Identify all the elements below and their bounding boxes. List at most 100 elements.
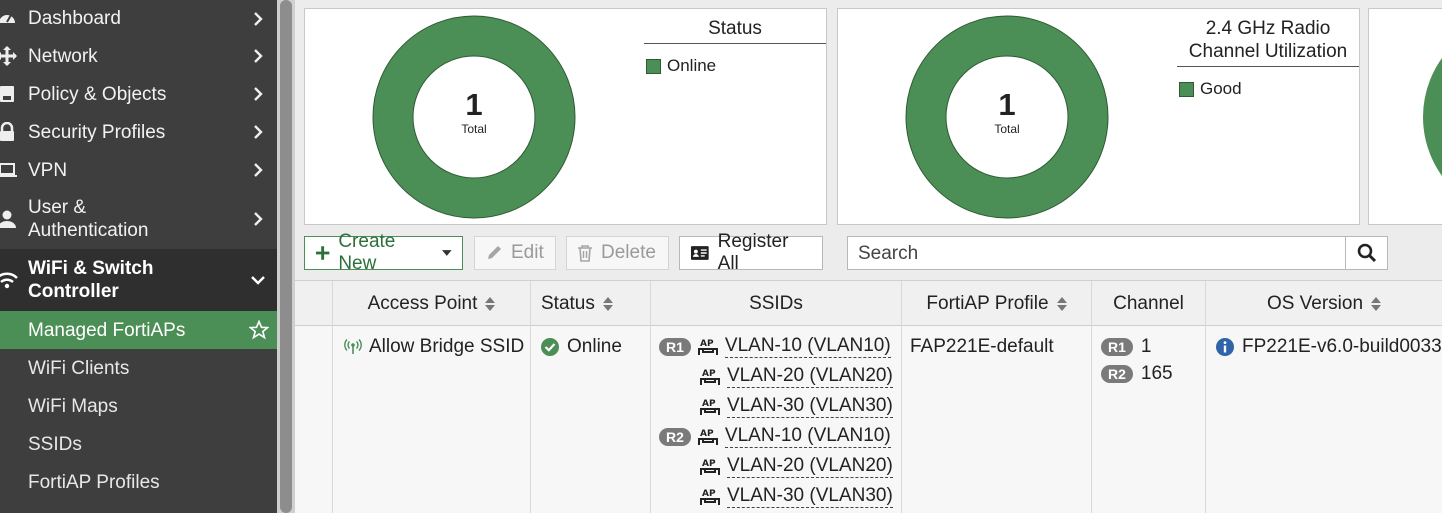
ssid-link[interactable]: VLAN-10 (VLAN10) — [724, 425, 891, 448]
nav-vpn[interactable]: VPN — [0, 151, 277, 189]
main-content: 1 Total Status Online 1 Total 2.4 GHz Ra… — [295, 0, 1442, 513]
nav-label: FortiAP Profiles — [28, 471, 160, 493]
search-input[interactable]: Search — [847, 236, 1346, 270]
column-header-select[interactable] — [295, 281, 332, 326]
dashboard-icon — [0, 8, 18, 30]
create-new-button[interactable]: Create New — [304, 231, 463, 274]
svg-text:AP: AP — [702, 369, 716, 379]
sidebar: Dashboard Network Policy & Objects Secur… — [0, 0, 277, 513]
donut-total-value: 1 — [998, 87, 1016, 122]
donut-total-value: 1 — [465, 87, 483, 122]
access-point-name: Allow Bridge SSID — [369, 336, 525, 357]
laptop-icon — [0, 159, 18, 181]
info-icon[interactable] — [1216, 338, 1234, 356]
delete-button[interactable]: Delete — [566, 236, 669, 270]
status-cell: Online — [541, 335, 622, 359]
caret-down-icon — [442, 250, 452, 256]
sort-icon — [485, 296, 496, 311]
nav-network[interactable]: Network — [0, 37, 277, 75]
svg-text:AP: AP — [700, 339, 714, 349]
column-header-os-version[interactable]: OS Version — [1205, 281, 1442, 326]
nav-label-line: User & — [28, 197, 87, 218]
svg-text:AP: AP — [700, 429, 714, 439]
column-divider — [650, 326, 651, 513]
nav-label: WiFi Maps — [28, 395, 118, 417]
chevron-right-icon — [254, 163, 263, 177]
legend-online: Online — [646, 56, 716, 76]
ssid-ap-icon: AP — [700, 489, 720, 505]
edit-button[interactable]: Edit — [474, 236, 556, 270]
nav-label: SSIDs — [28, 433, 82, 455]
nav-managed-fortiaps[interactable]: Managed FortiAPs — [0, 311, 277, 349]
nav-label: VPN — [28, 159, 68, 181]
status-widget[interactable]: 1 Total Status Online — [304, 8, 827, 225]
widget-title: Status — [708, 18, 762, 39]
delete-label: Delete — [601, 242, 656, 263]
nav-label: Dashboard — [28, 8, 121, 29]
ssid-link[interactable]: VLAN-30 (VLAN30) — [727, 485, 893, 508]
ssid-entry: R2 AP VLAN-10 (VLAN10) — [659, 425, 891, 448]
column-header-channel[interactable]: Channel — [1091, 281, 1205, 326]
donut-total-label: Total — [994, 122, 1020, 136]
nav-wifi-switch-controller[interactable]: WiFi & Switch Controller — [0, 249, 277, 311]
column-header-ssids[interactable]: SSIDs — [650, 281, 901, 326]
nav-label: Policy & Objects — [28, 83, 167, 105]
nav-fortiap-profiles[interactable]: FortiAP Profiles — [0, 463, 277, 501]
svg-text:AP: AP — [702, 399, 716, 409]
radio-badge: R2 — [659, 427, 691, 446]
svg-text:AP: AP — [702, 459, 716, 469]
third-widget[interactable] — [1368, 8, 1442, 225]
nav-wifi-maps[interactable]: WiFi Maps — [0, 387, 277, 425]
lock-icon — [0, 121, 18, 143]
column-header-label: SSIDs — [749, 292, 803, 314]
nav-policy-objects[interactable]: Policy & Objects — [0, 75, 277, 113]
fortiap-table: Access Point Status SSIDs FortiAP Profil… — [295, 280, 1442, 513]
chevron-right-icon — [254, 11, 263, 26]
chevron-right-icon — [254, 212, 263, 226]
ssid-ap-icon: AP — [700, 399, 720, 415]
donut-total-label: Total — [461, 122, 487, 136]
sidebar-scrollbar[interactable] — [277, 0, 295, 513]
search-button[interactable] — [1345, 236, 1388, 270]
column-header-status[interactable]: Status — [530, 281, 650, 326]
ssid-entry: AP VLAN-30 (VLAN30) — [699, 395, 893, 418]
ssid-link[interactable]: VLAN-20 (VLAN20) — [727, 365, 893, 388]
column-header-access-point[interactable]: Access Point — [332, 281, 530, 326]
widget-title: 2.4 GHz Radio Channel Utilization — [1177, 17, 1359, 63]
ssid-link[interactable]: VLAN-20 (VLAN20) — [727, 455, 893, 478]
create-new-label: Create New — [338, 231, 396, 274]
channel-utilization-widget[interactable]: 1 Total 2.4 GHz Radio Channel Utilizatio… — [837, 8, 1360, 225]
nav-label: WiFi & Switch Controller — [28, 257, 153, 303]
legend-swatch — [646, 58, 661, 74]
nav-ssids[interactable]: SSIDs — [0, 425, 277, 463]
nav-wifi-clients[interactable]: WiFi Clients — [0, 349, 277, 387]
nav-user-authentication[interactable]: User & Authentication — [0, 189, 277, 249]
chevron-down-icon — [251, 276, 265, 285]
scrollbar-thumb[interactable] — [280, 0, 292, 513]
nav-label: Network — [28, 45, 98, 67]
title-divider — [644, 43, 826, 44]
nav-security-profiles[interactable]: Security Profiles — [0, 113, 277, 151]
edit-label: Edit — [511, 242, 544, 263]
nav-dashboard[interactable]: Dashboard — [0, 0, 277, 37]
pencil-icon — [488, 246, 501, 259]
ssid-ap-icon: AP — [700, 459, 720, 475]
chevron-right-icon — [254, 49, 263, 63]
star-icon[interactable] — [249, 320, 269, 340]
register-all-label: Register All — [717, 231, 789, 274]
ssid-entry: AP VLAN-30 (VLAN30) — [699, 485, 893, 508]
register-all-button[interactable]: Register All — [679, 231, 823, 274]
network-icon — [0, 45, 18, 67]
radio-badge: R1 — [1101, 338, 1133, 356]
column-header-label: FortiAP Profile — [926, 292, 1049, 314]
nav-label-line: WiFi & Switch — [28, 258, 154, 279]
ssid-entry: AP VLAN-20 (VLAN20) — [699, 455, 893, 478]
ssid-link[interactable]: VLAN-30 (VLAN30) — [727, 395, 893, 418]
column-header-fortiap-profile[interactable]: FortiAP Profile — [901, 281, 1091, 326]
nav-label: WiFi Clients — [28, 357, 130, 379]
policy-icon — [0, 83, 18, 105]
fortiap-profile-cell: FAP221E-default — [910, 336, 1054, 357]
column-divider — [901, 326, 902, 513]
ssid-link[interactable]: VLAN-10 (VLAN10) — [724, 335, 891, 358]
svg-text:AP: AP — [702, 489, 716, 499]
